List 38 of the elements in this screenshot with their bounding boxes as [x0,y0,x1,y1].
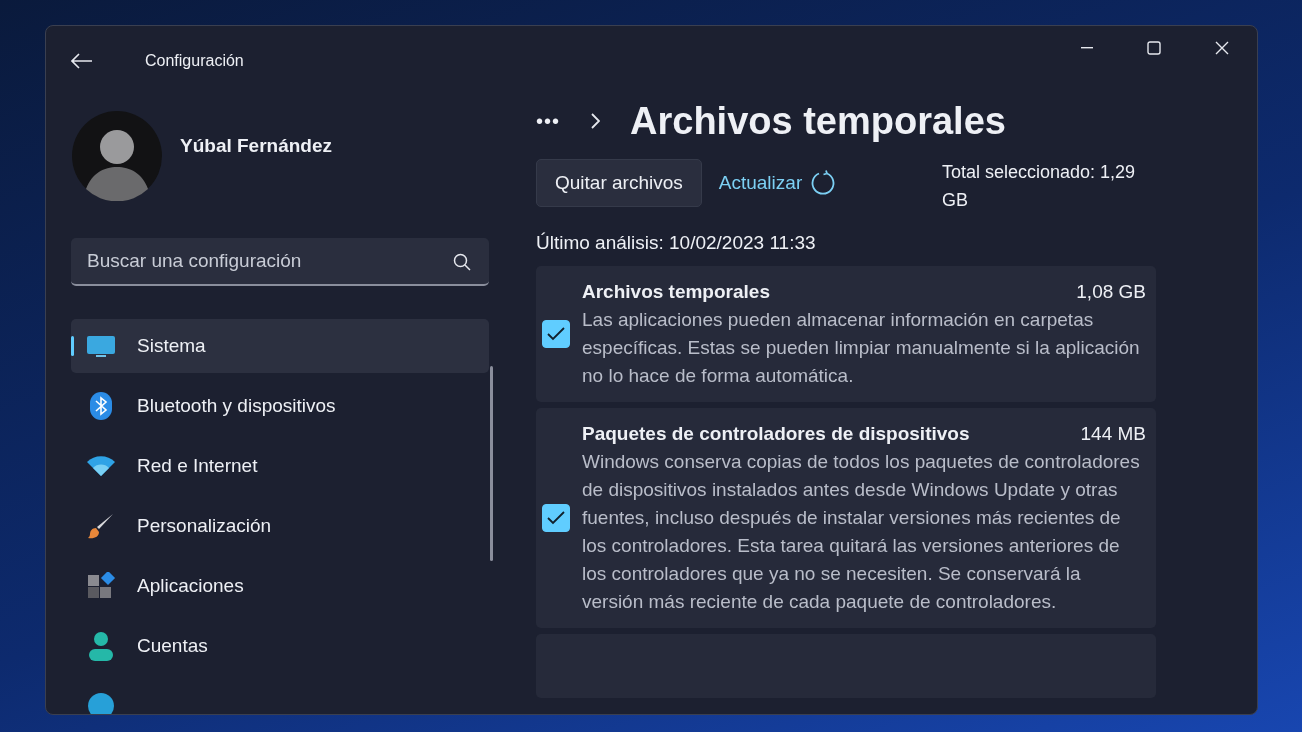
category-description: Las aplicaciones pueden almacenar información en carpetas específicas. Estas se pueden limpiar manualmente si la aplicación no lo hace de forma automática. [582,308,1141,388]
nav-item[interactable]: Sistema [71,319,489,373]
nav-item[interactable]: Bluetooth y dispositivos [71,379,489,433]
chevron-icon [590,113,600,129]
checkbox[interactable] [542,504,570,532]
search-icon [453,253,471,271]
checkmark-icon [547,511,565,525]
maximize-icon[interactable] [1147,41,1161,55]
checkbox[interactable] [542,320,570,348]
search-field[interactable]: Buscar una configuración [71,238,489,286]
back-arrow-icon[interactable] [71,53,93,69]
nav-item[interactable]: Red e Internet [71,439,489,493]
minimize-icon[interactable] [1081,47,1093,49]
category-title: Paquetes de controladores de dispositivos [582,422,970,446]
checkmark-icon [547,327,565,341]
category-title: Archivos temporales [582,280,770,304]
more-button[interactable]: ••• [536,109,560,133]
category-description: Windows conserva copias de todos los paquetes de controladores de dispositivos instalados antes desde Windows Update y otras fuentes, incluso después de instalar versiones más recientes de los controladores. Esta tarea quitará las versiones anteriores de los controladores que ya no se necesiten. Se conservará la versión más reciente de cada paquete de controladores. [582,450,1141,614]
monitor-icon [85,334,117,358]
window-title: Configuración [145,52,244,70]
close-icon[interactable] [1215,41,1229,55]
profile-name: Yúbal Fernández [180,135,333,157]
nav-item[interactable]: Personalización [71,499,489,553]
nav-item[interactable]: Cuentas [71,619,489,673]
apps-icon [85,572,117,600]
globe-icon [85,692,117,714]
total-selected: Total seleccionado: 1,29 GB [942,161,1137,212]
category-size: 144 MB [1080,422,1146,446]
page-title: Archivos temporales [630,99,1006,143]
remove-files-button[interactable]: Quitar archivos [536,159,702,207]
refresh-link[interactable]: Actualizar [718,172,803,194]
category-size: 1,08 GB [1076,280,1146,304]
nav-item[interactable]: Aplicaciones [71,559,489,613]
selection-indicator [71,336,74,356]
wifi-icon [85,455,117,477]
last-scan-text: Último análisis: 10/02/2023 11:33 [536,232,817,254]
refresh-icon[interactable] [810,170,837,196]
scrollbar[interactable] [490,366,493,561]
